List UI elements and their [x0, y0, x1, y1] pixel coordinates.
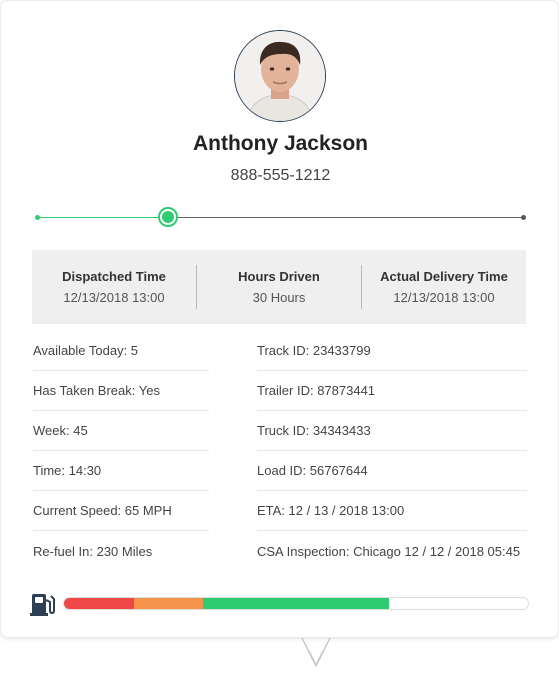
progress-handle[interactable]	[157, 207, 178, 227]
detail-track-id: Track ID: 23433799	[257, 331, 527, 371]
stat-actual-delivery-time: Actual Delivery Time 12/13/2018 13:00	[361, 265, 526, 309]
driver-phone: 888-555-1212	[230, 167, 331, 184]
stat-value: 12/13/2018 13:00	[393, 290, 495, 305]
fuel-segment-1	[64, 598, 134, 609]
detail-available-today: Available Today: 5	[33, 331, 209, 371]
stat-label: Dispatched Time	[62, 269, 166, 284]
fuel-pump-icon	[30, 591, 56, 622]
fuel-level-bar	[63, 597, 529, 610]
stat-label: Hours Driven	[238, 269, 320, 284]
detail-refuel-in: Re-fuel In: 230 Miles	[33, 543, 153, 559]
load-details-list: Track ID: 23433799 Trailer ID: 87873441 …	[257, 331, 527, 571]
detail-week: Week: 45	[33, 411, 209, 451]
progress-start-dot	[35, 215, 40, 220]
detail-trailer-id: Trailer ID: 87873441	[257, 371, 527, 411]
stat-hours-driven: Hours Driven 30 Hours	[196, 265, 361, 309]
driver-details-list: Available Today: 5 Has Taken Break: Yes …	[33, 331, 209, 571]
detail-load-id: Load ID: 56767644	[257, 451, 527, 491]
detail-truck-id: Truck ID: 34343433	[257, 411, 527, 451]
fuel-segment-2	[133, 598, 204, 609]
chevron-down-icon[interactable]	[300, 634, 332, 673]
detail-csa-inspection: CSA Inspection: Chicago 12 / 12 / 2018 0…	[257, 543, 521, 559]
detail-has-taken-break: Has Taken Break: Yes	[33, 371, 209, 411]
driver-name: Anthony Jackson	[192, 132, 369, 155]
detail-eta: ETA: 12 / 13 / 2018 13:00	[257, 491, 527, 531]
detail-current-speed: Current Speed: 65 MPH	[33, 491, 209, 531]
stat-value: 12/13/2018 13:00	[63, 290, 165, 305]
driver-card: Anthony Jackson 888-555-1212 Dispatched …	[0, 0, 559, 638]
stat-dispatched-time: Dispatched Time 12/13/2018 13:00	[32, 265, 196, 309]
fuel-segment-3	[203, 598, 389, 609]
progress-end-dot	[521, 215, 526, 220]
driver-avatar	[234, 30, 326, 122]
detail-time: Time: 14:30	[33, 451, 209, 491]
trip-stats-panel: Dispatched Time 12/13/2018 13:00 Hours D…	[32, 250, 526, 324]
progress-fill	[37, 217, 168, 218]
stat-value: 30 Hours	[252, 290, 306, 305]
stat-label: Actual Delivery Time	[380, 269, 508, 284]
